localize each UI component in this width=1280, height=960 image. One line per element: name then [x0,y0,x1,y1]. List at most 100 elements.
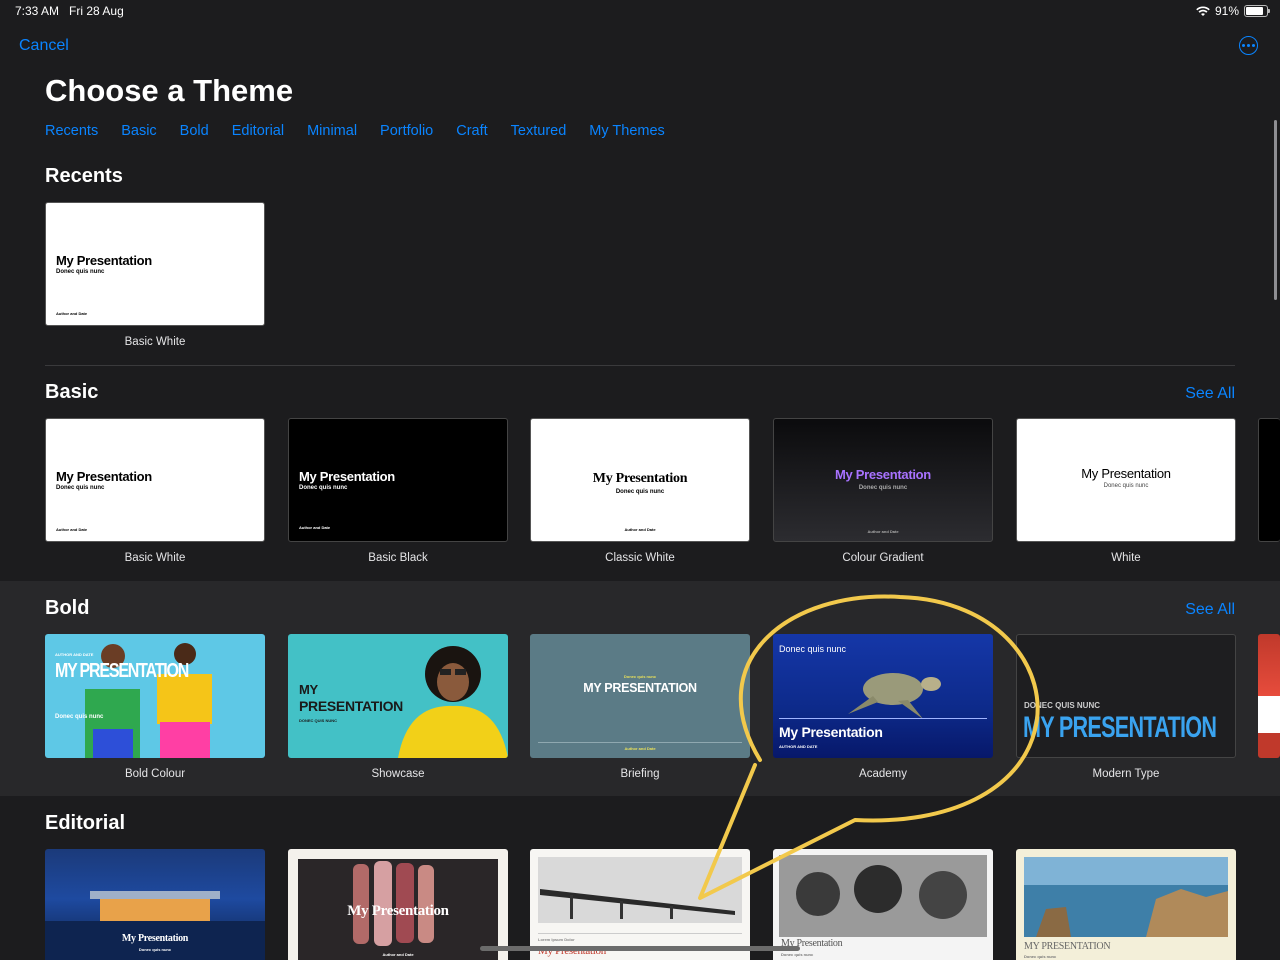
theme-caption: Modern Type [1092,768,1160,780]
thumb-subtitle: Donec quis nunc [1024,954,1057,959]
thumb-author: Author and Date [56,527,88,532]
thumb-title: My Presentation [1081,466,1171,481]
status-time: 7:33 AM Fri 28 Aug [15,4,124,18]
thumb-subtitle: Donec quis nunc [1103,483,1149,489]
thumb-author: Author and Date [624,746,656,751]
cancel-button[interactable]: Cancel [19,37,69,55]
thumb-title: MY PRESENTATION [583,681,697,695]
tab-bold[interactable]: Bold [180,123,209,139]
thumb-subtitle: Donec quis nunc [56,269,105,275]
theme-caption: Showcase [371,768,425,780]
status-bar: 7:33 AM Fri 28 Aug 91% [0,0,1280,22]
section-title-recents: Recents [45,165,123,187]
thumb-title-line1: MY [299,682,318,697]
thumb-subtitle: Donec quis nunc [779,644,847,654]
theme-card-colour-gradient[interactable]: My Presentation Donec quis nunc Author a… [773,418,993,542]
theme-card-academy[interactable]: Donec quis nunc My Presentation AUTHOR A… [773,634,993,758]
thumb-subtitle: Donec quis nunc [138,947,172,952]
thumb-title: My Presentation [299,469,395,484]
thumb-title: MY PRESENTATION [1024,941,1111,952]
wifi-icon [1196,5,1210,16]
theme-card-briefing[interactable]: Donec quis nunc MY PRESENTATION Author a… [530,634,750,758]
thumb-author: Author and Date [624,527,656,532]
bridge-image [538,857,742,934]
theme-card-modern-type[interactable]: DONEC QUIS NUNC MY PRESENTATION [1016,634,1236,758]
thumb-subtitle: DONEC QUIS NUNC [1024,701,1101,710]
section-title-bold: Bold [45,597,90,619]
see-all-bold-button[interactable]: See All [1185,601,1235,619]
thumb-title: MY PRESENTATION [1023,711,1217,744]
thumb-author: Author and Date [382,952,414,957]
thumb-title: My Presentation [835,467,931,482]
page-title: Choose a Theme [45,73,294,108]
theme-caption: White [1111,552,1141,564]
theme-card-partial[interactable] [1258,634,1280,758]
battery-percent: 91% [1214,4,1239,18]
theme-card-white[interactable]: My Presentation Donec quis nunc [1016,418,1236,542]
theme-caption: Academy [859,768,907,780]
thumb-subtitle: Donec quis nunc [615,489,665,495]
thumb-subtitle: Donec quis nunc [623,674,657,679]
thumb-author: Author and Date [867,529,899,534]
theme-card-editorial-1[interactable]: My Presentation Donec quis nunc [45,849,265,960]
tab-basic[interactable]: Basic [121,123,156,139]
thumb-title: My Presentation [56,253,152,268]
section-divider [45,365,1235,366]
thumb-author: AUTHOR AND DATE [55,652,94,657]
tab-craft[interactable]: Craft [456,123,487,139]
tab-editorial[interactable]: Editorial [232,123,284,139]
theme-card-bold-colour[interactable]: AUTHOR AND DATE MY PRESENTATION Donec qu… [45,634,265,758]
tab-minimal[interactable]: Minimal [307,123,357,139]
theme-caption: Basic Black [368,552,428,564]
theme-card-basic-black[interactable]: My Presentation Donec quis nunc Author a… [288,418,508,542]
theme-card-editorial-5[interactable]: MY PRESENTATION Donec quis nunc [1016,849,1236,960]
scrollbar[interactable] [1274,120,1277,300]
tab-textured[interactable]: Textured [511,123,567,139]
theme-caption: Basic White [124,552,186,564]
thumb-title: My Presentation [779,724,883,740]
theme-card-editorial-2[interactable]: My Presentation Author and Date [288,849,508,960]
thumb-subtitle: DONEC QUIS NUNC [299,718,338,723]
theme-card-showcase[interactable]: MY PRESENTATION DONEC QUIS NUNC [288,634,508,758]
thumb-title: My Presentation [347,903,449,919]
theme-caption: Bold Colour [124,768,186,780]
thumb-subtitle: Donec quis nunc [55,714,104,720]
theme-caption: Briefing [620,768,660,780]
theme-card-recent-basic-white[interactable]: My Presentation Donec quis nunc Author a… [45,202,265,326]
theme-card-basic-white[interactable]: My Presentation Donec quis nunc Author a… [45,418,265,542]
thumb-caption-text: Lorem Ipsum Dolor [538,937,575,942]
thumb-subtitle: Donec quis nunc [56,485,105,491]
tab-portfolio[interactable]: Portfolio [380,123,433,139]
section-title-editorial: Editorial [45,812,126,834]
theme-caption: Colour Gradient [842,552,924,564]
theme-card-editorial-4[interactable]: My Presentation Donec quis nunc [773,849,993,960]
theme-card-editorial-3[interactable]: Lorem Ipsum Dolor My Presentation [530,849,750,960]
thumb-subtitle: Donec quis nunc [858,485,908,491]
tab-recents[interactable]: Recents [45,123,98,139]
thumb-subtitle: Donec quis nunc [781,952,814,957]
thumb-title: My Presentation [592,471,688,486]
status-right: 91% [1196,4,1270,18]
thumb-title: MY PRESENTATION [55,660,189,682]
thumb-title-line2: PRESENTATION [299,698,403,714]
thumb-title: My Presentation [121,933,189,944]
theme-card-classic-white[interactable]: My Presentation Donec quis nunc Author a… [530,418,750,542]
showcase-woman-image [398,646,508,758]
thumb-author: AUTHOR AND DATE [779,744,818,749]
theme-caption: Basic White [124,336,186,348]
thumb-author: Author and Date [56,311,88,316]
ellipsis-circle-icon[interactable] [1239,36,1258,55]
theme-card-partial[interactable] [1258,418,1280,542]
theme-caption: Classic White [605,552,675,564]
section-title-basic: Basic [45,381,99,403]
thumb-title: My Presentation [56,469,152,484]
thumb-author: Author and Date [299,525,331,530]
thumb-rule [779,718,987,719]
thumb-subtitle: Donec quis nunc [299,485,348,491]
home-indicator[interactable] [480,946,800,951]
category-tabs: Recents Basic Bold Editorial Minimal Portfoli… [45,123,688,139]
see-all-basic-button[interactable]: See All [1185,385,1235,403]
battery-icon [1244,5,1270,17]
thumb-rule [538,742,742,743]
tab-my-themes[interactable]: My Themes [589,123,664,139]
